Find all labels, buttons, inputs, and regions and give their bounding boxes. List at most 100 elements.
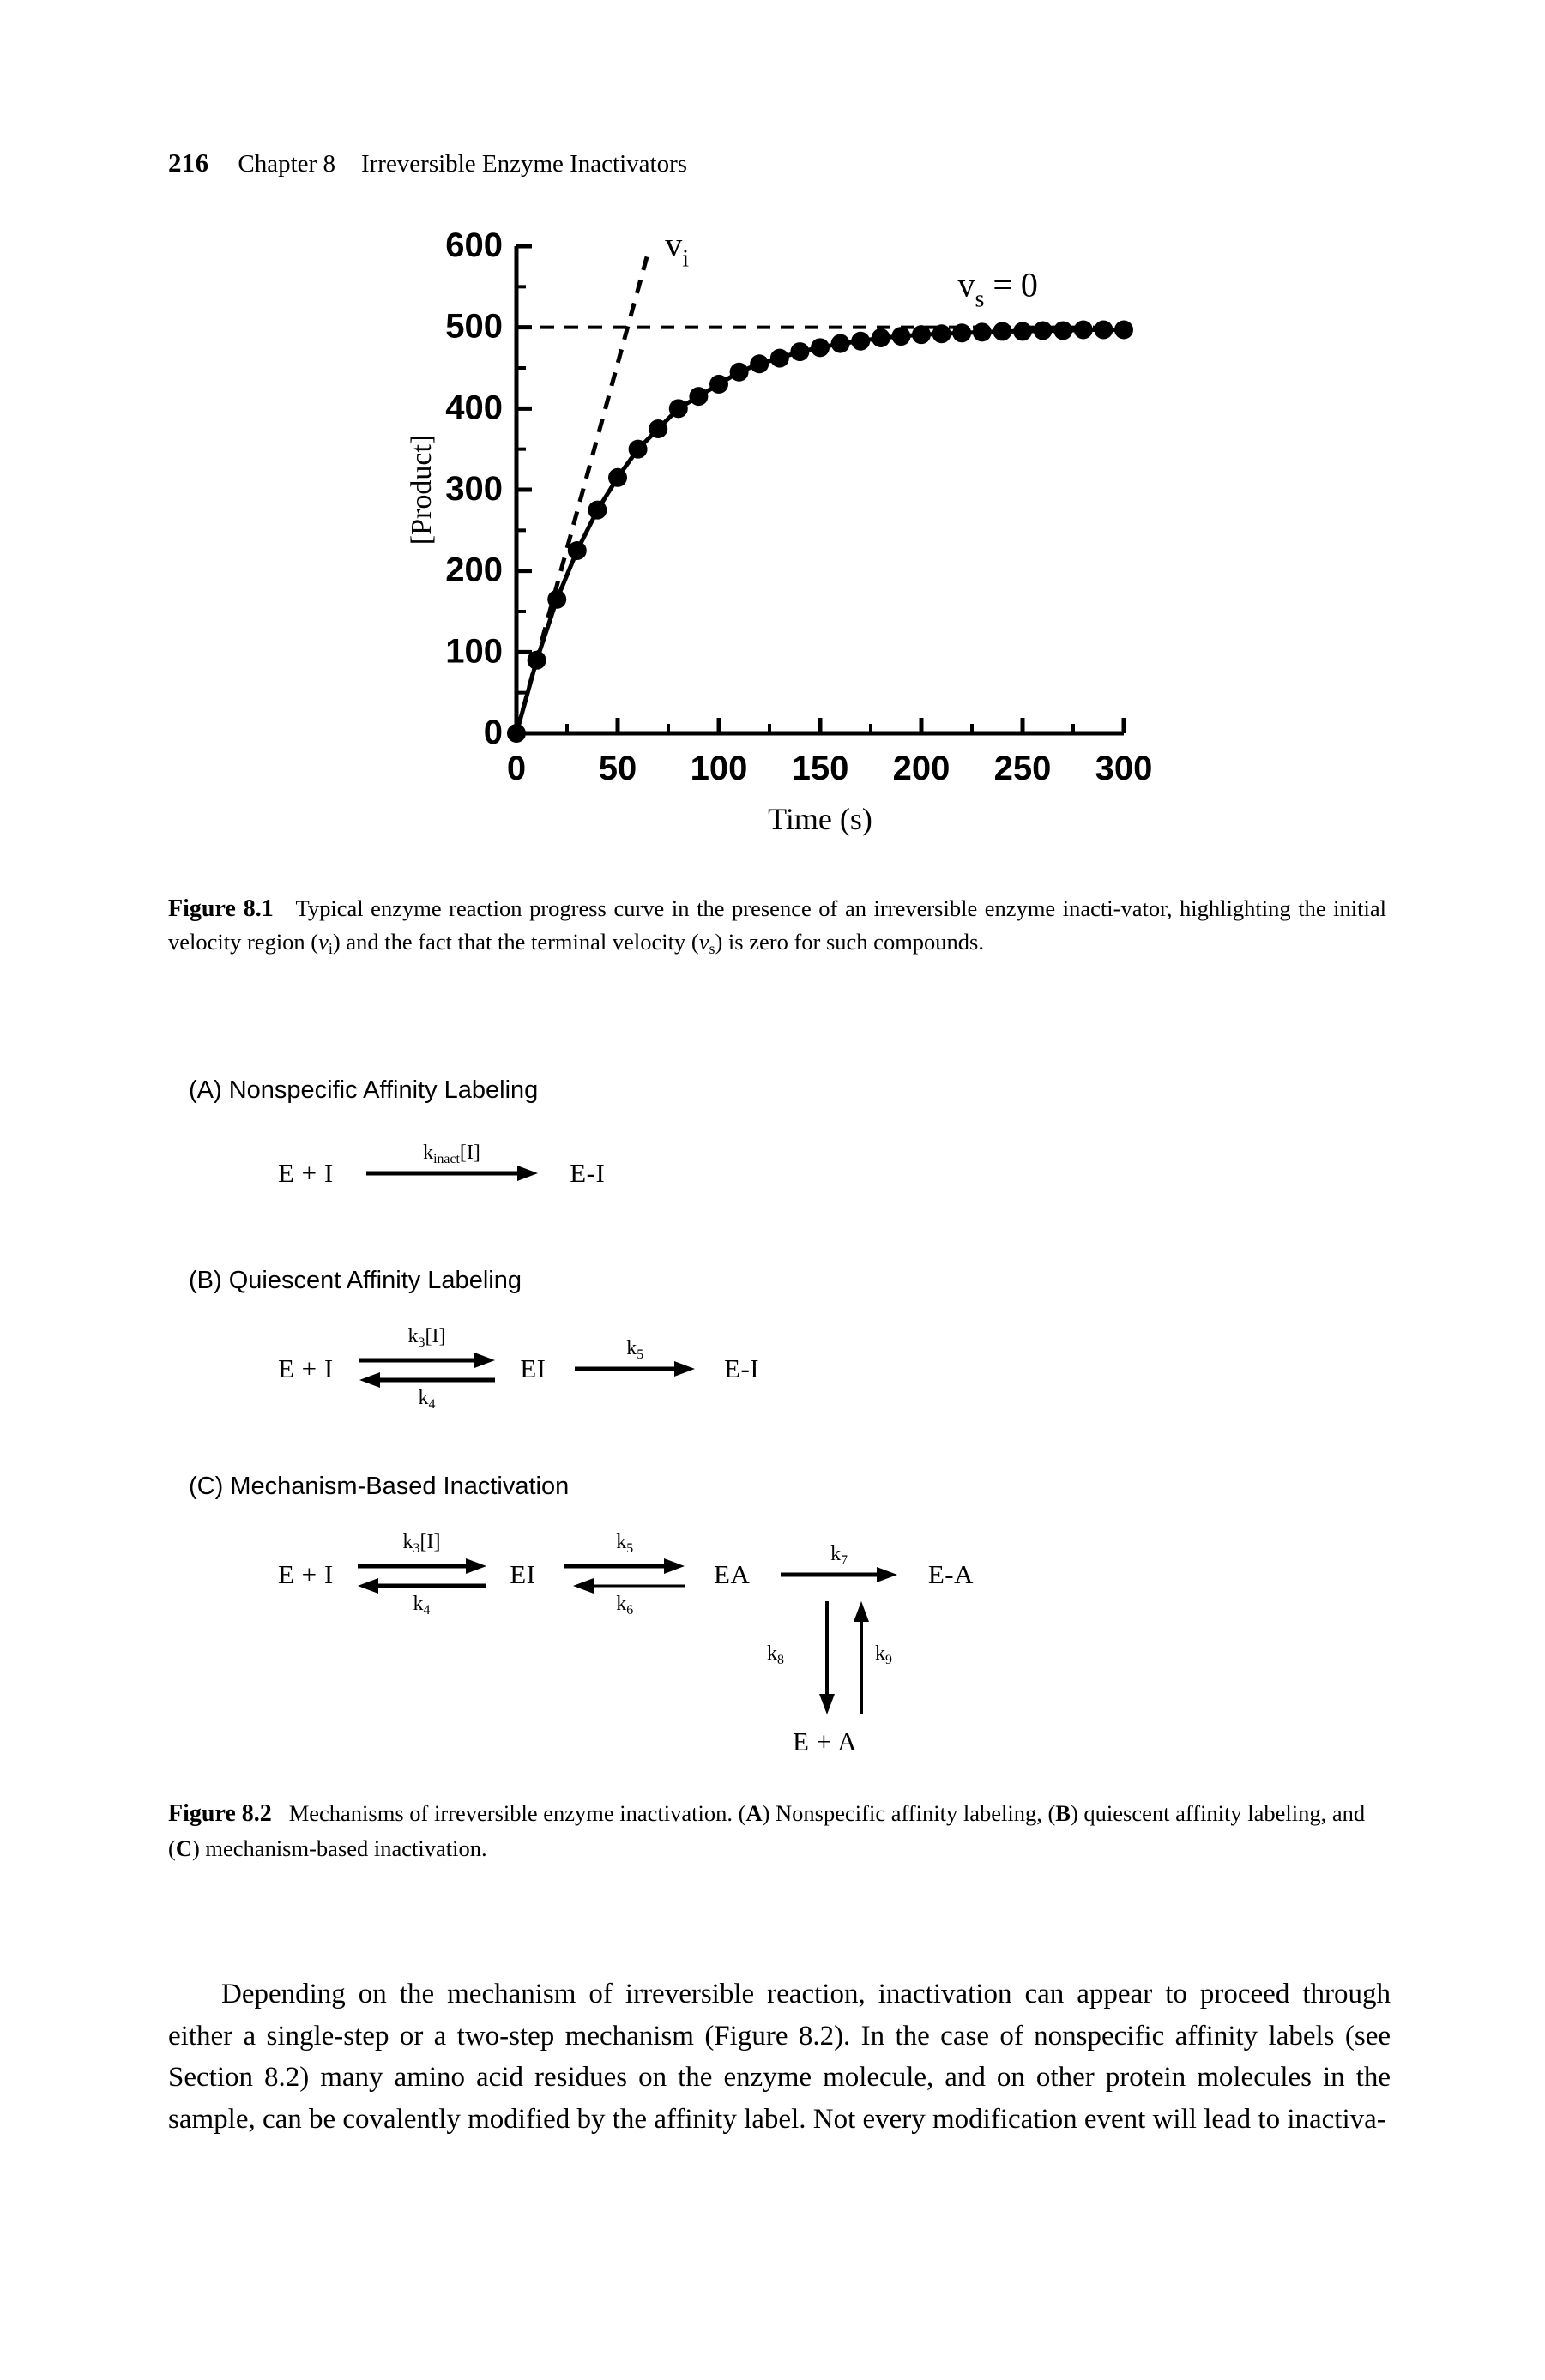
chapter-title: Irreversible Enzyme Inactivators	[360, 150, 688, 178]
x-tick-label: 200	[893, 750, 951, 787]
panel-c-second-rev-sub: 6	[626, 1602, 634, 1618]
panel-a-scheme: E + I kinact[I] E-I	[278, 1142, 605, 1189]
panel-c-second-fwd-sub: 5	[626, 1541, 634, 1556]
data-point	[547, 589, 567, 609]
data-point	[952, 323, 972, 343]
panel-c-reverse-sub: 4	[423, 1602, 431, 1618]
panel-b-equilibrium-arrows: k3[I] k4	[359, 1325, 495, 1412]
panel-a-rate-label: kinact[I]	[366, 1142, 538, 1167]
x-tick-label: 300	[1095, 750, 1153, 787]
panel-b-second-label: k5	[575, 1337, 695, 1363]
y-tick-label: 100	[445, 632, 503, 670]
data-point	[668, 399, 688, 419]
double-arrow-icon	[359, 1353, 495, 1388]
data-point	[851, 331, 871, 351]
data-point	[1013, 322, 1032, 341]
figure-8-2-schemes: (A) Nonspecific Affinity Labeling E + I …	[168, 1076, 1386, 1762]
y-axis-label: [Product]	[406, 435, 438, 545]
data-point	[1033, 321, 1053, 340]
data-point	[709, 374, 728, 394]
data-point	[527, 650, 546, 670]
x-axis-label: Time (s)	[768, 802, 872, 836]
figure-8-1-caption-part-2: ) and the fact that the terminal velocit…	[332, 928, 699, 955]
data-point	[750, 354, 769, 374]
panel-b-second-sub: 5	[637, 1347, 644, 1362]
panel-c-second-rev-label: k6	[564, 1593, 685, 1618]
double-arrow-icon	[357, 1558, 486, 1594]
data-point	[628, 439, 648, 459]
data-point	[608, 467, 627, 487]
data-point	[649, 419, 668, 438]
y-tick-label: 200	[445, 551, 503, 589]
figure-8-2-ref-c: C	[175, 1835, 192, 1861]
annotation-vi: vi	[665, 226, 689, 273]
y-tick-label: 600	[445, 226, 503, 264]
panel-b-product: E-I	[724, 1353, 760, 1383]
arrow-right-icon	[575, 1361, 696, 1377]
panel-a-heading: (A) Nonspecific Affinity Labeling	[189, 1076, 539, 1104]
panel-c-adduct: EA	[714, 1559, 751, 1589]
panel-c-down-k: k	[767, 1642, 777, 1665]
page-number: 216	[168, 148, 209, 178]
data-point	[790, 342, 810, 362]
panel-b-scheme: E + I k3[I] k4 EI k5 E-I	[278, 1325, 760, 1412]
panel-c-reverse-label: k4	[358, 1593, 486, 1618]
body-paragraph: Depending on the mechanism of irreversib…	[168, 1979, 1391, 2135]
panel-c-forward-tail: [I]	[419, 1531, 441, 1554]
panel-c-third-k: k	[830, 1543, 842, 1566]
arrow-right-icon	[781, 1567, 898, 1582]
panel-a-arrow: kinact[I]	[365, 1142, 538, 1181]
figure-8-2-ref-b: B	[1055, 1800, 1071, 1826]
panel-c-forward-label: k3[I]	[358, 1531, 486, 1557]
data-point	[891, 327, 911, 346]
panel-a-rate-sub: inact	[433, 1151, 460, 1166]
panel-c-third-label: k7	[781, 1543, 897, 1569]
arrow-right-icon	[365, 1165, 538, 1181]
panel-c-heading: (C) Mechanism-Based Inactivation	[189, 1473, 570, 1500]
y-tick-label: 0	[484, 714, 503, 751]
panel-c-release: E + A	[793, 1726, 858, 1756]
panel-b-second-arrow: k5	[575, 1337, 696, 1377]
x-tick-label: 150	[792, 750, 849, 787]
data-point	[993, 322, 1012, 341]
panel-c-down-label: k8	[767, 1642, 784, 1668]
chapter-label: Chapter 8	[238, 150, 335, 178]
figure-8-1-caption-part-3: ) is zero for such compounds.	[715, 928, 984, 955]
panel-c-third-arrow: k7	[781, 1543, 898, 1582]
data-point	[588, 500, 607, 520]
panel-c-third-sub: 7	[841, 1553, 848, 1568]
data-point	[830, 334, 850, 353]
running-head: 216 Chapter 8 Irreversible Enzyme Inacti…	[168, 148, 687, 178]
panel-c-up-sub: 9	[885, 1652, 892, 1667]
panel-c-equilibrium-arrows-1: k3[I] k4	[357, 1531, 486, 1618]
panel-c-vertical-branch: k8 k9 E + A	[760, 1601, 966, 1773]
data-point	[729, 362, 749, 382]
data-point	[1094, 320, 1113, 340]
x-tick-label: 100	[691, 750, 748, 787]
figure-8-2-caption-part-4: ) mechanism-based inactivation.	[191, 1835, 487, 1861]
panel-c-equilibrium-arrows-2: k5 k6	[564, 1531, 685, 1618]
data-point	[507, 724, 526, 743]
panel-b-reactant: E + I	[278, 1353, 334, 1383]
panel-a-rate-k: k	[423, 1142, 434, 1165]
panel-b-reverse-k: k	[418, 1387, 429, 1409]
figure-8-2-caption-part-1: Mechanisms of irreversible enzyme inacti…	[288, 1800, 746, 1826]
data-point	[972, 322, 992, 342]
figure-8-2-label: Figure 8.2	[168, 1800, 272, 1827]
panel-b-reverse-label: k4	[359, 1387, 495, 1413]
y-tick-label: 400	[445, 389, 503, 426]
panel-b-forward-k: k	[407, 1325, 419, 1348]
x-tick-label: 250	[994, 750, 1052, 787]
y-tick-label: 300	[445, 470, 503, 508]
panel-b-reverse-sub: 4	[428, 1396, 436, 1412]
panel-c-second-fwd-label: k5	[564, 1531, 685, 1557]
figure-8-1-caption: Figure 8.1 Typical enzyme reaction progr…	[168, 892, 1386, 960]
panel-b-forward-label: k3[I]	[359, 1325, 495, 1351]
progress-curve-line	[514, 328, 1124, 734]
panel-a-rate-tail: [I]	[459, 1142, 480, 1165]
panel-c-up-k: k	[875, 1642, 885, 1665]
annotation-vs: vs = 0	[957, 266, 1037, 313]
data-point	[932, 324, 951, 344]
panel-c-intermediate: EI	[510, 1559, 536, 1589]
panel-c-down-sub: 8	[777, 1652, 784, 1667]
